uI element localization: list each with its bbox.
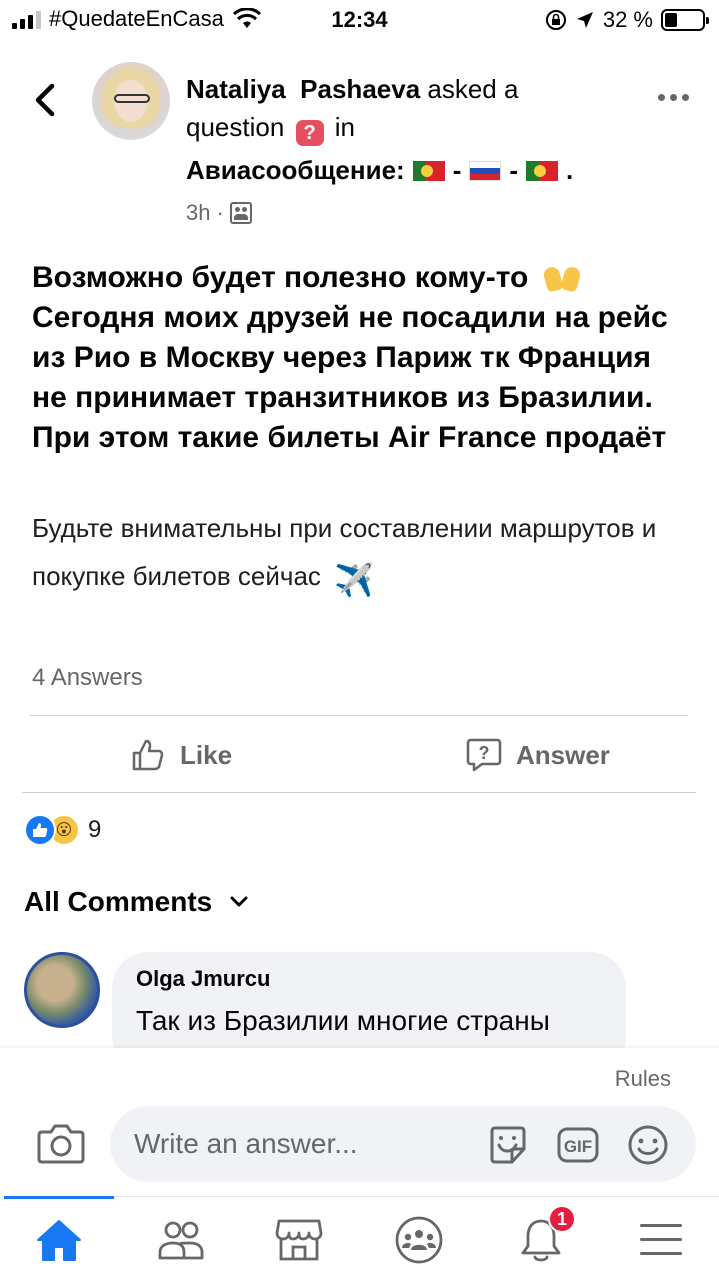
gif-icon[interactable]: GIF (556, 1123, 600, 1167)
like-reaction-icon (24, 814, 56, 846)
status-bar: #QuedateEnCasa 12:34 32 % (0, 0, 719, 40)
sticker-icon[interactable] (486, 1123, 530, 1167)
group-title[interactable]: Авиасообщение: (186, 155, 405, 186)
post-author-line: Nataliya Pashaeva asked a question ? in (186, 70, 586, 146)
rotation-lock-icon (545, 10, 566, 30)
like-button[interactable]: Like (130, 734, 232, 776)
active-tab-indicator (4, 1196, 114, 1199)
battery-percent: 32 % (602, 7, 653, 32)
headline-body: Сегодня моих друзей не посадили на рейс … (32, 301, 668, 454)
comment-filter-dropdown[interactable]: All Comments (24, 886, 250, 918)
group-name[interactable]: Авиасообщение: - - . (186, 155, 573, 186)
back-arrow-icon[interactable] (30, 80, 60, 120)
nav-marketplace[interactable] (274, 1215, 324, 1265)
svg-text:GIF: GIF (564, 1137, 592, 1156)
thumbs-up-icon (132, 739, 164, 771)
groups-icon (158, 1221, 204, 1260)
answer-input-wrap: GIF (110, 1106, 696, 1182)
group-privacy-icon (229, 202, 252, 224)
answer-composer: Rules GIF (0, 1048, 719, 1198)
marketplace-icon (275, 1219, 323, 1261)
answers-count[interactable]: 4 Answers (32, 664, 143, 692)
portugal-flag-icon (412, 160, 445, 181)
commenter-name[interactable]: Olga Jmurcu (136, 966, 602, 992)
svg-text:?: ? (479, 743, 490, 763)
comment-filter-label: All Comments (24, 886, 213, 917)
reactions-summary[interactable]: 😮 9 (24, 814, 101, 846)
answer-bubble-icon: ? (466, 738, 502, 772)
answer-label: Answer (516, 739, 610, 770)
camera-icon[interactable] (36, 1122, 86, 1164)
more-options-icon[interactable] (658, 94, 689, 101)
author-name[interactable]: Nataliya Pashaeva (186, 74, 420, 104)
portugal-flag-icon (526, 160, 559, 181)
headline-first: Возможно будет полезно кому-то (32, 261, 529, 294)
nav-groups[interactable] (156, 1215, 206, 1265)
answer-input[interactable] (134, 1106, 474, 1182)
raising-hands-icon (541, 259, 583, 293)
answer-button[interactable]: ? Answer (466, 734, 610, 776)
nav-home[interactable] (34, 1215, 84, 1265)
action-in: in (334, 112, 356, 142)
airplane-icon: ✈️ (334, 562, 374, 598)
home-icon (37, 1220, 81, 1261)
like-label: Like (180, 739, 233, 770)
divider (22, 792, 696, 793)
rules-link[interactable]: Rules (615, 1066, 671, 1092)
commenter-avatar[interactable] (24, 952, 100, 1028)
post-headline: Возможно будет полезно кому-то Сегодня м… (32, 258, 692, 458)
chevron-down-icon (230, 896, 248, 907)
nav-groups-feed[interactable] (394, 1215, 444, 1265)
location-icon (576, 12, 593, 28)
nav-menu[interactable] (636, 1215, 686, 1265)
emoji-icon[interactable] (626, 1123, 670, 1167)
russia-flag-icon (469, 160, 502, 181)
bottom-nav: 1 (0, 1196, 719, 1280)
post-time[interactable]: 3h (186, 200, 210, 226)
divider (30, 715, 688, 716)
reaction-count: 9 (88, 816, 102, 843)
nav-notifications[interactable]: 1 (516, 1205, 576, 1265)
post-subtext: Будьте внимательны при составлении маршр… (32, 504, 672, 604)
battery-icon (661, 9, 709, 31)
post-meta: 3h · (186, 200, 252, 226)
community-icon (395, 1216, 443, 1264)
question-icon: ? (295, 120, 324, 146)
notification-badge: 1 (548, 1205, 576, 1233)
menu-icon (640, 1224, 682, 1255)
author-avatar[interactable] (92, 62, 170, 140)
